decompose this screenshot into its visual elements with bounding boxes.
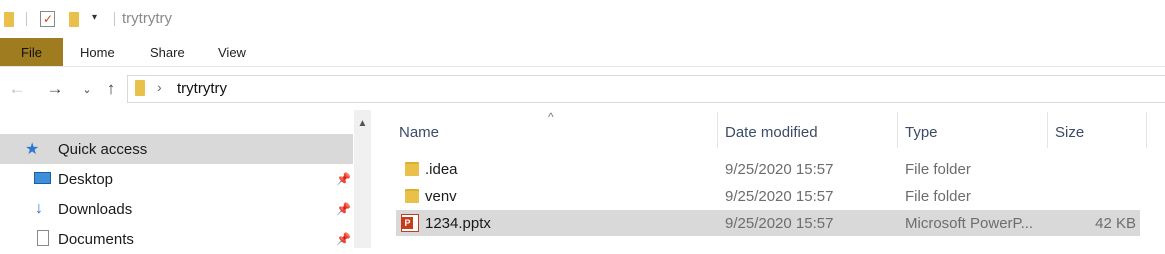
file-date: 9/25/2020 15:57: [725, 187, 834, 205]
file-row[interactable]: P 1234.pptx 9/25/2020 15:57 Microsoft Po…: [396, 210, 1140, 236]
column-header-size[interactable]: Size: [1055, 120, 1084, 144]
star-icon: ★: [25, 141, 40, 158]
folder-icon: [135, 80, 145, 96]
folder-icon: [4, 12, 14, 27]
file-row[interactable]: .idea 9/25/2020 15:57 File folder: [396, 156, 1140, 182]
file-size: [1086, 183, 1136, 209]
divider: [114, 12, 115, 26]
tab-share[interactable]: Share: [150, 38, 185, 66]
column-divider[interactable]: [1146, 112, 1147, 148]
file-size: 42 KB: [1095, 214, 1136, 232]
nav-item-label: Desktop: [58, 170, 114, 188]
nav-item-label: Downloads: [58, 200, 133, 218]
properties-icon[interactable]: ✓: [40, 11, 55, 27]
download-icon: ↓: [35, 200, 43, 217]
tab-home[interactable]: Home: [80, 38, 115, 66]
address-bar[interactable]: [127, 75, 1165, 103]
chevron-right-icon[interactable]: ›: [157, 79, 162, 95]
pin-icon[interactable]: 📌: [336, 172, 351, 186]
file-name: venv: [425, 187, 457, 205]
pin-icon[interactable]: 📌: [336, 232, 351, 246]
file-name: 1234.pptx: [425, 214, 491, 232]
back-icon[interactable]: ←: [6, 76, 28, 102]
folder-icon: [405, 183, 419, 209]
desktop-icon: [34, 172, 51, 184]
new-folder-icon[interactable]: [69, 12, 79, 27]
window-title: trytrytry: [122, 10, 172, 27]
breadcrumb-item[interactable]: trytrytry: [177, 80, 227, 97]
file-type: Microsoft PowerP...: [905, 214, 1034, 232]
powerpoint-file-icon: P: [401, 210, 419, 236]
nav-item-downloads[interactable]: ↓ Downloads 📌: [0, 194, 353, 224]
nav-item-desktop[interactable]: Desktop 📌: [0, 164, 353, 194]
recent-locations-icon[interactable]: ⌄: [76, 76, 98, 102]
file-type: File folder: [905, 187, 971, 205]
file-date: 9/25/2020 15:57: [725, 214, 834, 232]
column-divider[interactable]: [897, 112, 898, 148]
up-icon[interactable]: ↑: [100, 76, 122, 102]
tab-file[interactable]: File: [0, 38, 63, 66]
nav-item-quick-access[interactable]: ★ Quick access: [0, 134, 353, 164]
sort-ascending-icon: ^: [548, 110, 554, 124]
file-row[interactable]: venv 9/25/2020 15:57 File folder: [396, 183, 1140, 209]
tab-view[interactable]: View: [218, 38, 246, 66]
pin-icon[interactable]: 📌: [336, 202, 351, 216]
forward-icon[interactable]: →: [44, 76, 66, 102]
file-type: File folder: [905, 160, 971, 178]
file-name: .idea: [425, 160, 458, 178]
nav-item-label: Documents: [58, 230, 134, 248]
divider: [26, 12, 27, 26]
column-header-type[interactable]: Type: [905, 120, 938, 144]
nav-item-documents[interactable]: Documents 📌: [0, 224, 353, 254]
column-header-name[interactable]: Name: [399, 120, 439, 144]
file-date: 9/25/2020 15:57: [725, 160, 834, 178]
documents-icon: [37, 230, 49, 246]
column-header-date-modified[interactable]: Date modified: [725, 120, 818, 144]
column-divider[interactable]: [1047, 112, 1048, 148]
title-bar: [0, 0, 1165, 38]
customize-toolbar-icon[interactable]: ▾: [92, 12, 97, 23]
scroll-up-icon[interactable]: ▲: [354, 113, 371, 133]
file-size: [1086, 156, 1136, 182]
nav-item-label: Quick access: [58, 140, 148, 158]
folder-icon: [405, 156, 419, 182]
column-divider[interactable]: [717, 112, 718, 148]
